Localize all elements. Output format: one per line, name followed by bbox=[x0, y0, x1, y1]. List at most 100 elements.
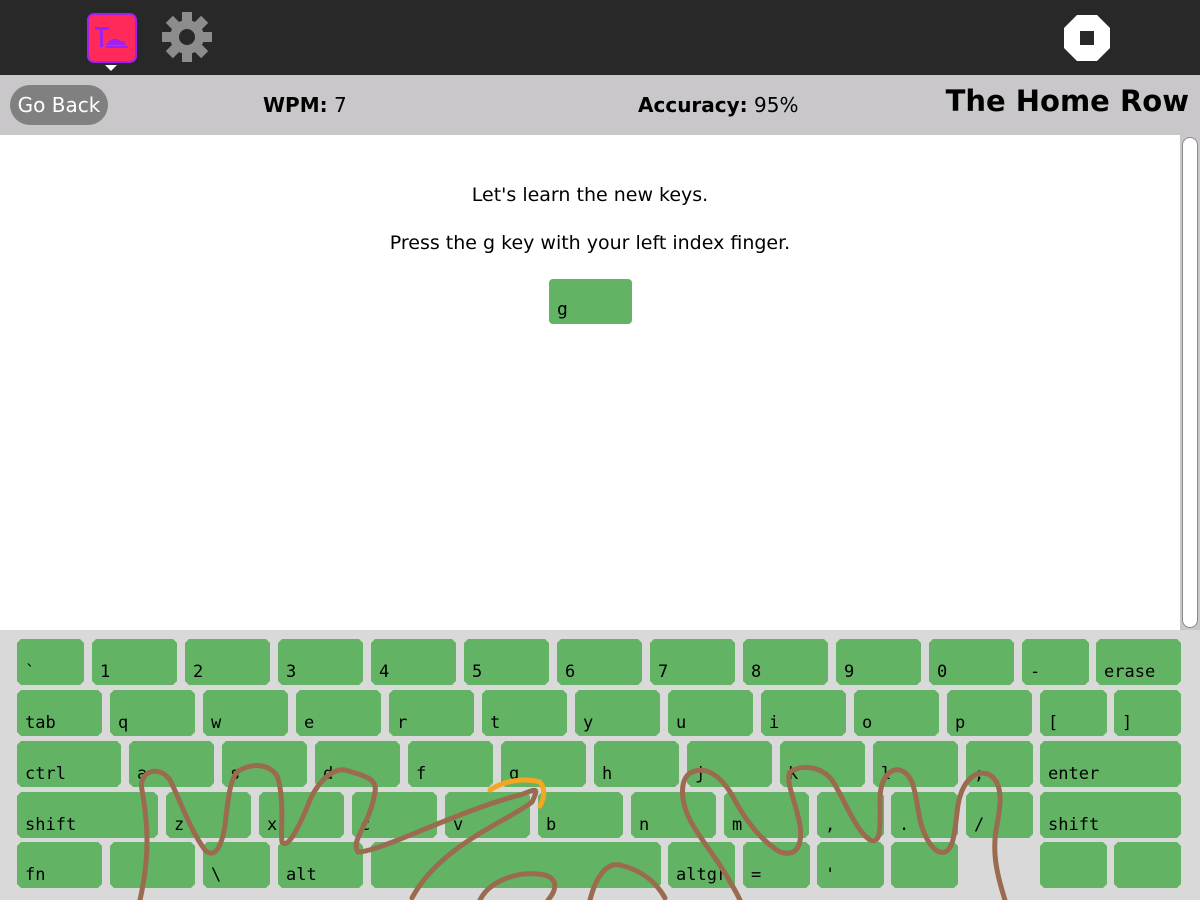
key-x47[interactable]: / bbox=[966, 792, 1033, 838]
key-tab[interactable]: tab bbox=[17, 690, 102, 736]
key-label: j bbox=[695, 764, 706, 784]
key-x59[interactable]: ; bbox=[966, 741, 1033, 787]
key-x93[interactable]: ] bbox=[1114, 690, 1181, 736]
key-label: h bbox=[602, 764, 613, 784]
key-p[interactable]: p bbox=[947, 690, 1032, 736]
key-z[interactable]: z bbox=[166, 792, 251, 838]
key-2[interactable]: 2 bbox=[185, 639, 270, 685]
key-label: - bbox=[1030, 662, 1041, 682]
key-label: ctrl bbox=[25, 764, 66, 784]
key-m[interactable]: m bbox=[724, 792, 809, 838]
key-6[interactable]: 6 bbox=[557, 639, 642, 685]
key-label: w bbox=[211, 713, 222, 733]
key-f[interactable]: f bbox=[408, 741, 493, 787]
key-alt[interactable]: alt bbox=[278, 842, 363, 888]
key-label: o bbox=[862, 713, 873, 733]
scrollbar-thumb[interactable] bbox=[1182, 137, 1198, 628]
key-x[interactable]: x bbox=[259, 792, 344, 838]
key-label: x bbox=[267, 815, 278, 835]
key-a[interactable]: a bbox=[129, 741, 214, 787]
key-c[interactable]: c bbox=[352, 792, 437, 838]
key-e[interactable]: e bbox=[296, 690, 381, 736]
key-label: a bbox=[137, 764, 148, 784]
instruction-line-2: Press the g key with your left index fin… bbox=[389, 232, 791, 254]
key-t[interactable]: t bbox=[482, 690, 567, 736]
stop-icon[interactable] bbox=[1062, 13, 1112, 63]
key-9[interactable]: 9 bbox=[836, 639, 921, 685]
key-y[interactable]: y bbox=[575, 690, 660, 736]
key-label: \ bbox=[211, 865, 222, 885]
key-l[interactable]: l bbox=[873, 741, 958, 787]
key-label: shift bbox=[1048, 815, 1100, 835]
key-x46[interactable]: . bbox=[891, 792, 958, 838]
key-5[interactable]: 5 bbox=[464, 639, 549, 685]
key-3[interactable]: 3 bbox=[278, 639, 363, 685]
gear-icon[interactable] bbox=[161, 11, 213, 63]
go-back-button[interactable]: Go Back bbox=[10, 85, 108, 125]
key-shift[interactable]: shift bbox=[17, 792, 158, 838]
key-erase[interactable]: erase bbox=[1096, 639, 1181, 685]
key-w[interactable]: w bbox=[203, 690, 288, 736]
key-j[interactable]: j bbox=[687, 741, 772, 787]
wpm-value: 7 bbox=[333, 93, 347, 117]
typing-turtle-icon bbox=[95, 27, 128, 48]
key-label: r bbox=[397, 713, 408, 733]
lesson-title: The Home Row bbox=[945, 84, 1189, 118]
key-v[interactable]: v bbox=[445, 792, 530, 838]
key-u[interactable]: u bbox=[668, 690, 753, 736]
key-label: f bbox=[416, 764, 427, 784]
key-8[interactable]: 8 bbox=[743, 639, 828, 685]
key-label: fn bbox=[25, 865, 46, 885]
key-label: 6 bbox=[565, 662, 576, 682]
key-0[interactable]: 0 bbox=[929, 639, 1014, 685]
key-7[interactable]: 7 bbox=[650, 639, 735, 685]
key-4[interactable]: 4 bbox=[371, 639, 456, 685]
key-fn[interactable]: fn bbox=[17, 842, 102, 888]
key-x61[interactable]: = bbox=[743, 842, 810, 888]
key-x92[interactable]: \ bbox=[203, 842, 270, 888]
key-i[interactable]: i bbox=[761, 690, 846, 736]
key-o[interactable]: o bbox=[854, 690, 939, 736]
key-altgr[interactable]: altgr bbox=[668, 842, 735, 888]
key-blank-4-8[interactable] bbox=[891, 842, 958, 888]
key-label: . bbox=[899, 815, 910, 835]
key-label: shift bbox=[25, 815, 77, 835]
key-q[interactable]: q bbox=[110, 690, 195, 736]
key-label: v bbox=[453, 815, 464, 835]
key-label: c bbox=[360, 815, 371, 835]
key-blank-4-10[interactable] bbox=[1114, 842, 1181, 888]
activity-icon[interactable] bbox=[87, 13, 137, 63]
key-label: z bbox=[174, 815, 185, 835]
scrollbar[interactable] bbox=[1180, 135, 1200, 630]
key-r[interactable]: r bbox=[389, 690, 474, 736]
key-x91[interactable]: [ bbox=[1040, 690, 1107, 736]
key-x39[interactable]: ' bbox=[817, 842, 884, 888]
key-enter[interactable]: enter bbox=[1040, 741, 1181, 787]
status-bar: Go Back WPM: 7 Accuracy: 95% The Home Ro… bbox=[0, 75, 1200, 135]
key-ctrl[interactable]: ctrl bbox=[17, 741, 121, 787]
key-label: altgr bbox=[676, 865, 728, 885]
key-h[interactable]: h bbox=[594, 741, 679, 787]
key-shift[interactable]: shift bbox=[1040, 792, 1181, 838]
key-label: g bbox=[509, 764, 520, 784]
key-blank-4-1[interactable] bbox=[110, 842, 195, 888]
key-label: l bbox=[881, 764, 892, 784]
key-label: d bbox=[323, 764, 334, 784]
target-key-label: g bbox=[557, 299, 568, 320]
key-b[interactable]: b bbox=[538, 792, 623, 838]
key-label: ; bbox=[974, 764, 985, 784]
key-g[interactable]: g bbox=[501, 741, 586, 787]
key-x96[interactable]: ` bbox=[17, 639, 84, 685]
key-1[interactable]: 1 bbox=[92, 639, 177, 685]
key-blank-4-9[interactable] bbox=[1040, 842, 1107, 888]
key-label: b bbox=[546, 815, 557, 835]
key-d[interactable]: d bbox=[315, 741, 400, 787]
key-x45[interactable]: - bbox=[1022, 639, 1089, 685]
key-k[interactable]: k bbox=[780, 741, 865, 787]
wpm-label: WPM: bbox=[263, 93, 328, 117]
key-label: q bbox=[118, 713, 129, 733]
key-s[interactable]: s bbox=[222, 741, 307, 787]
key-x44[interactable]: , bbox=[817, 792, 884, 838]
key-n[interactable]: n bbox=[631, 792, 716, 838]
key-blank-4-4[interactable] bbox=[371, 842, 661, 888]
